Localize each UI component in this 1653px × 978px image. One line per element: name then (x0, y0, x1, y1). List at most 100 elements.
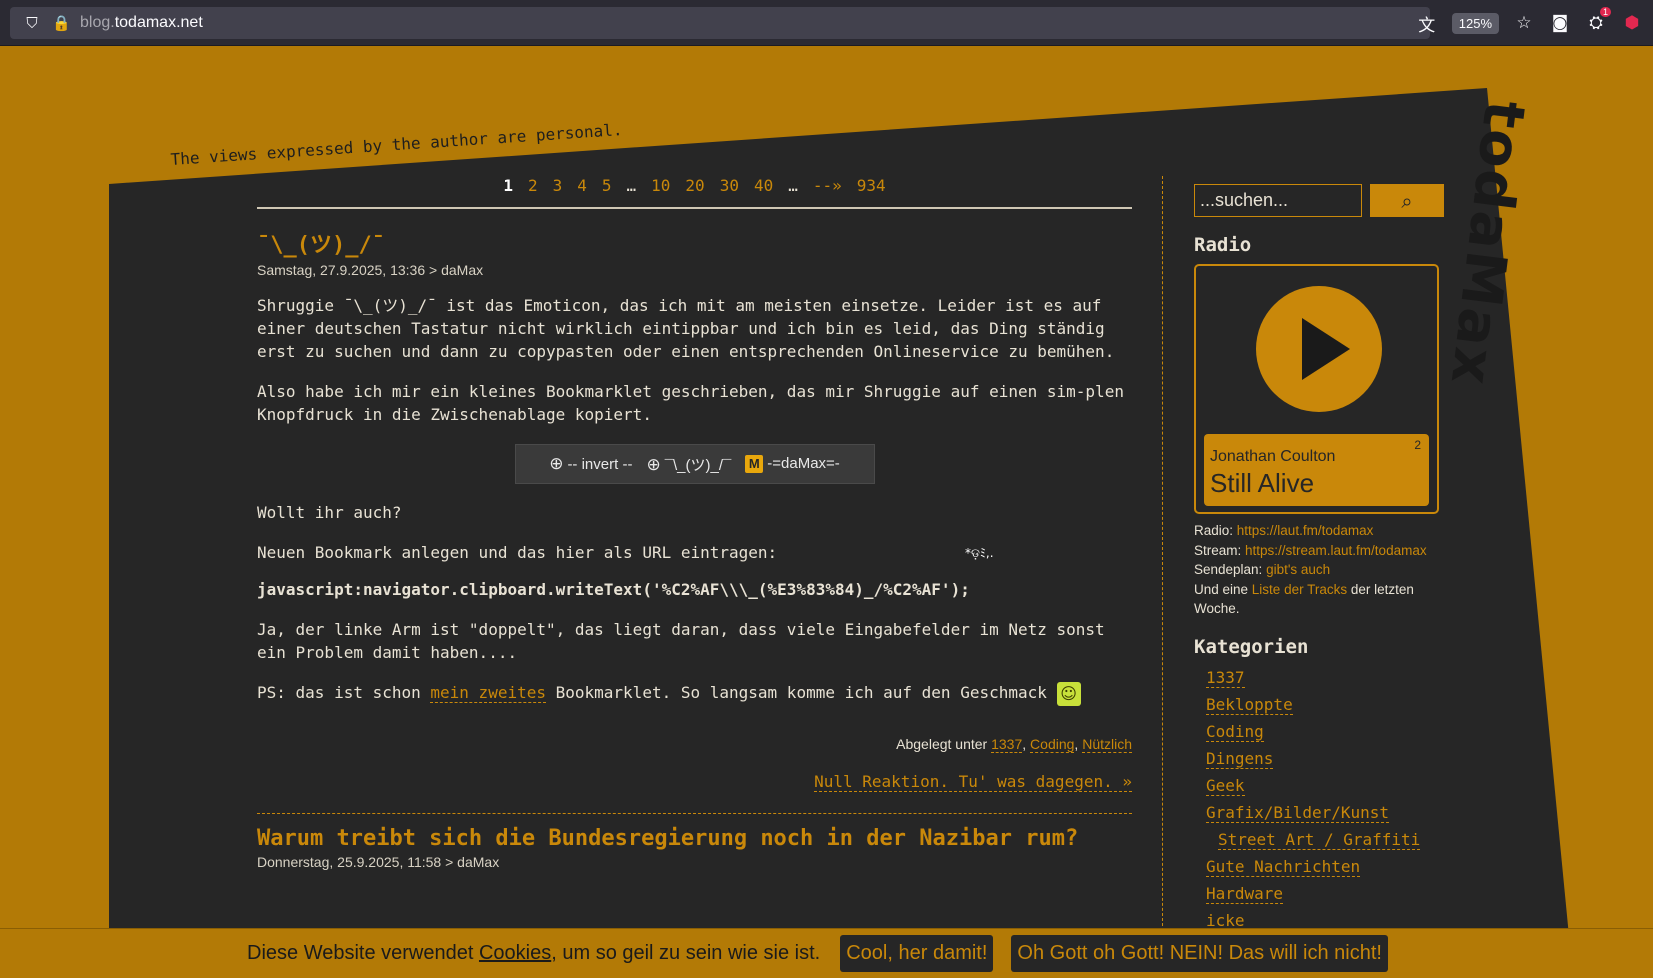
page-5[interactable]: 5 (602, 176, 612, 195)
info-label: Sendeplan: (1194, 562, 1267, 577)
radio-player: 2 Jonathan Coulton Still Alive (1194, 264, 1439, 514)
lock-icon[interactable]: 🔒 (52, 14, 71, 32)
text-span: Diese Website verwendet (247, 942, 479, 964)
cookie-reject-button[interactable]: Oh Gott oh Gott! NEIN! Das will ich nich… (1011, 935, 1388, 972)
category-link[interactable]: Grafix/Bilder/Kunst (1206, 802, 1390, 823)
sendeplan-line: Sendeplan: gibt's auch (1194, 560, 1444, 580)
radio-link[interactable]: https://laut.fm/todamax (1237, 523, 1374, 538)
cookie-accept-button[interactable]: Cool, her damit! (840, 935, 994, 972)
code-snippet: javascript:navigator.clipboard.writeText… (257, 580, 970, 599)
post-paragraph: Also habe ich mir ein kleines Bookmarkle… (257, 382, 1124, 424)
page-20[interactable]: 20 (685, 176, 704, 195)
post-article: ¯\_(ツ)_/¯ Samstag, 27.9.2025, 13:36 > da… (257, 227, 1132, 792)
now-playing-artist: Jonathan Coulton (1210, 448, 1336, 465)
category-link[interactable]: Geek (1206, 775, 1245, 796)
url-subdomain: blog. (80, 14, 115, 31)
post-paragraph: Neuen Bookmark anlegen und das hier als … (257, 543, 778, 562)
page-40[interactable]: 40 (754, 176, 773, 195)
bookmark-damax: M -=daMax=- (745, 455, 840, 473)
post-paragraph: Shruggie ¯\_(ツ)_/¯ ist das Emoticon, das… (257, 296, 1115, 361)
now-playing: 2 Jonathan Coulton Still Alive (1204, 434, 1429, 506)
globe-icon: ⊕ (549, 454, 564, 474)
zoom-level[interactable]: 125% (1451, 12, 1499, 34)
category-link[interactable]: Coding (1030, 735, 1075, 753)
category-link[interactable]: Nützlich (1082, 735, 1132, 753)
toolbar-icons: 文 125% ☆ ◙ ⛭ 1 ⬢ (1416, 7, 1643, 39)
category-link[interactable]: Hardware (1206, 883, 1284, 904)
ublock-icon[interactable]: ⬢ (1621, 13, 1643, 33)
bookmark-star-icon[interactable]: ☆ (1513, 13, 1535, 33)
cookie-text: Diese Website verwendet Cookies, um so g… (247, 942, 820, 965)
url-text[interactable]: blog.todamax.net (80, 14, 203, 32)
page-1: 1 (503, 176, 513, 195)
shield-icon[interactable]: ⛉ (24, 14, 40, 32)
bookmarks-toolbar-image: ⊕ -- invert -- ⊕ ¯\_(ツ)_/¯ M -=daMax=- (514, 444, 875, 484)
screenshot-icon[interactable]: ◙ (1549, 13, 1571, 33)
sendeplan-link[interactable]: gibt's auch (1266, 562, 1330, 577)
url-domain: todamax.net (114, 14, 203, 31)
text-span: Bookmarklet. So langsam komme ich auf de… (545, 683, 1057, 702)
info-label: Und eine (1194, 581, 1252, 597)
sidebar: ⌕ Radio 2 Jonathan Coulton Still Alive R… (1194, 184, 1444, 934)
stream-line: Stream: https://stream.laut.fm/todamax (1194, 541, 1444, 561)
post-paragraph: Wollt ihr auch? (257, 503, 402, 522)
search-button[interactable]: ⌕ (1370, 184, 1444, 217)
page-3[interactable]: 3 (553, 176, 563, 195)
page-4[interactable]: 4 (577, 176, 587, 195)
post-paragraph: PS: das ist schon mein zweites Bookmarkl… (257, 681, 1132, 706)
damax-logo-icon: M (745, 455, 764, 473)
category-link[interactable]: Coding (1206, 721, 1264, 742)
stream-link[interactable]: https://stream.laut.fm/todamax (1245, 543, 1427, 558)
extension-icon[interactable]: ⛭ 1 (1585, 7, 1611, 33)
bookmark-label: ¯\_(ツ)_/¯ (664, 456, 732, 474)
post-title[interactable]: ¯\_(ツ)_/¯ (257, 227, 1132, 259)
page-30[interactable]: 30 (720, 176, 739, 195)
categories-heading: Kategorien (1194, 635, 1309, 658)
category-link[interactable]: 1337 (1206, 667, 1245, 688)
post-divider (257, 812, 1132, 814)
post-title[interactable]: Warum treibt sich die Bundesregierung no… (257, 826, 1132, 851)
page-2[interactable]: 2 (528, 176, 538, 195)
list-item: Coding (1206, 718, 1444, 745)
category-link[interactable]: Dingens (1206, 748, 1274, 769)
play-icon (1302, 318, 1350, 380)
inline-link[interactable]: mein zweites (430, 683, 546, 703)
info-label: Radio: (1194, 523, 1237, 538)
cookies-link[interactable]: Cookies (479, 942, 551, 964)
page-next[interactable]: --» (813, 176, 842, 195)
comments-row: Null Reaktion. Tu' was dagegen. » (257, 771, 1132, 792)
translate-icon[interactable]: 文 (1416, 11, 1438, 36)
category-link[interactable]: 1337 (991, 735, 1023, 753)
tracks-link[interactable]: Liste der Tracks (1252, 582, 1347, 597)
text-span: , um so geil zu sein wie sie ist. (551, 942, 821, 964)
main-content: 1 2 3 4 5 … 10 20 30 40 … --» 934 ¯\_(ツ)… (257, 176, 1132, 870)
bookmark-label: -=daMax=- (767, 455, 840, 472)
category-link[interactable]: Street Art / Graffiti (1218, 829, 1421, 850)
pagination: 1 2 3 4 5 … 10 20 30 40 … --» 934 (257, 176, 1132, 209)
address-bar[interactable]: ⛉ 🔒 blog.todamax.net (10, 7, 1430, 39)
post-paragraph: Ja, der linke Arm ist "doppelt", das lie… (257, 620, 1105, 662)
category-link[interactable]: Gute Nachrichten (1206, 856, 1361, 877)
page-last[interactable]: 934 (857, 176, 886, 195)
post-categories: Abgelegt unter 1337, Coding, Nützlich (896, 735, 1132, 753)
now-playing-song: Still Alive (1210, 468, 1315, 498)
search-input[interactable] (1194, 184, 1362, 217)
globe-icon: ⊕ (646, 454, 661, 475)
sidebar-divider (1162, 176, 1163, 936)
text-span: PS: das ist schon (257, 683, 431, 702)
bookmark-label: -- invert -- (567, 456, 633, 473)
smiley-icon: ☺ (1056, 681, 1081, 706)
bookmark-shruggie: ⊕ ¯\_(ツ)_/¯ (646, 454, 731, 475)
info-label: Stream: (1194, 542, 1246, 558)
sparkle-decoration: *ଡ଼ﾐ,. (965, 546, 994, 560)
extension-badge: 1 (1599, 7, 1611, 17)
play-button[interactable] (1256, 286, 1382, 412)
list-item: Grafix/Bilder/Kunst (1206, 799, 1444, 826)
pager-ellipsis: … (626, 176, 637, 195)
category-link[interactable]: Bekloppte (1206, 694, 1293, 715)
search-form: ⌕ (1194, 184, 1444, 217)
list-item: Geek (1206, 772, 1444, 799)
comments-link[interactable]: Null Reaktion. Tu' was dagegen. » (814, 771, 1132, 792)
page-10[interactable]: 10 (651, 176, 670, 195)
radio-info: Radio: https://laut.fm/todamax Stream: h… (1194, 521, 1444, 619)
